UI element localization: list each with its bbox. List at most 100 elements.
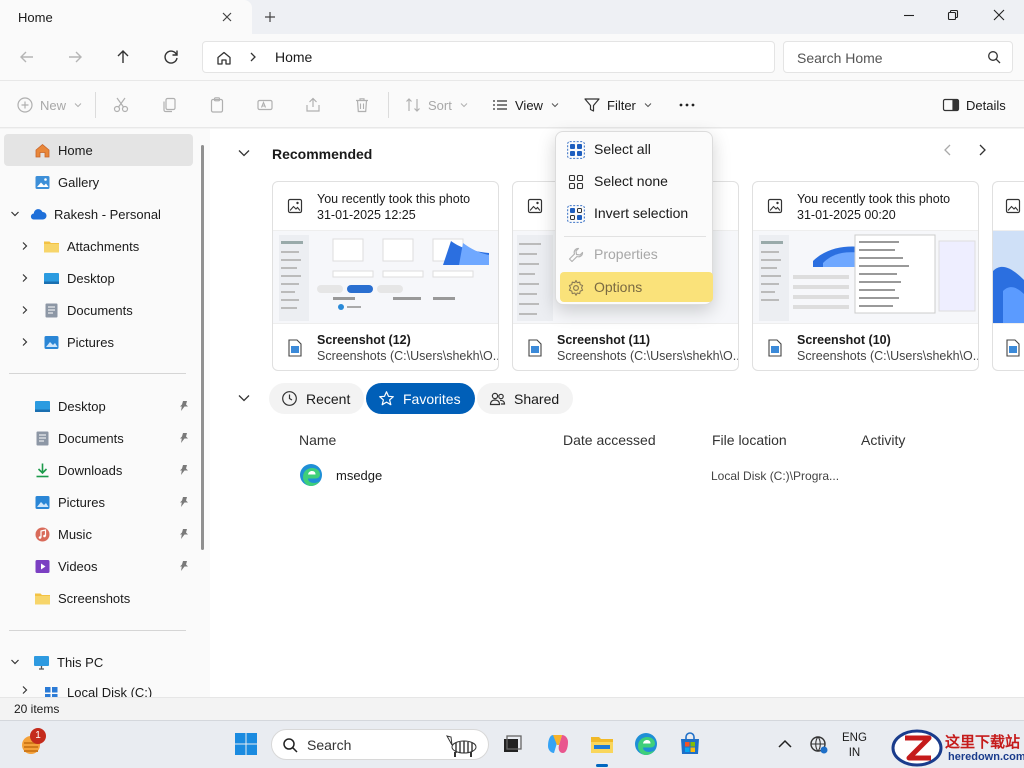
- sidebar-item-onedrive[interactable]: Rakesh - Personal: [10, 199, 161, 229]
- sidebar-item-home[interactable]: Home: [34, 135, 93, 165]
- details-button[interactable]: Details: [942, 96, 1006, 114]
- sidebar-item-videos[interactable]: Videos: [34, 551, 98, 581]
- home-icon[interactable]: [215, 49, 233, 67]
- search-box[interactable]: Search Home: [783, 41, 1013, 73]
- chevron-right-icon[interactable]: [975, 143, 989, 157]
- refresh-icon[interactable]: [160, 46, 182, 68]
- chevron-up-icon[interactable]: [774, 731, 796, 757]
- sidebar-item-label: Pictures: [67, 334, 114, 350]
- column-header-activity[interactable]: Activity: [861, 432, 905, 448]
- input-language[interactable]: ENG IN: [842, 731, 867, 761]
- sort-button[interactable]: Sort: [404, 96, 468, 114]
- sidebar-item-local-disk[interactable]: Local Disk (C:): [20, 679, 152, 697]
- recommended-card[interactable]: You recently took this photo 31-01-2025 …: [272, 181, 499, 371]
- tab-recent[interactable]: Recent: [269, 383, 365, 414]
- chevron-down-icon[interactable]: [237, 146, 251, 160]
- sidebar-item-attachments[interactable]: Attachments: [20, 231, 139, 261]
- chevron-down-icon[interactable]: [10, 657, 20, 667]
- sidebar-item-pictures[interactable]: Pictures: [34, 487, 105, 517]
- select-all-icon: [567, 141, 585, 159]
- close-window-icon[interactable]: [991, 7, 1007, 23]
- sidebar-item-label: This PC: [57, 654, 104, 670]
- menu-item-select-all[interactable]: Select all: [556, 134, 714, 164]
- tab-favorites[interactable]: Favorites: [366, 383, 475, 414]
- menu-item-options[interactable]: Options: [560, 272, 713, 302]
- sidebar-item-onedrive-desktop[interactable]: Desktop: [20, 263, 115, 293]
- search-input[interactable]: Search Home: [797, 50, 883, 66]
- new-tab-icon[interactable]: [262, 9, 278, 25]
- video-icon: [35, 559, 50, 573]
- column-header-name[interactable]: Name: [299, 432, 336, 448]
- restore-icon[interactable]: [945, 7, 961, 23]
- task-view-icon[interactable]: [499, 731, 525, 757]
- pin-icon[interactable]: [178, 528, 190, 540]
- network-icon[interactable]: [806, 731, 830, 757]
- recommended-card[interactable]: You recently took this photo 31-01-2025 …: [752, 181, 979, 371]
- chevron-right-icon[interactable]: [20, 305, 30, 315]
- tab-home[interactable]: Home: [0, 0, 252, 34]
- menu-item-select-none[interactable]: Select none: [556, 166, 714, 196]
- windows-start-icon[interactable]: [233, 731, 259, 757]
- recommended-card[interactable]: [992, 181, 1024, 371]
- photo-icon: [527, 198, 543, 214]
- breadcrumb[interactable]: Home: [275, 49, 312, 65]
- sidebar-item-gallery[interactable]: Gallery: [34, 167, 99, 197]
- delete-button[interactable]: [353, 96, 371, 114]
- store-icon[interactable]: [677, 731, 703, 757]
- new-icon: [17, 97, 33, 113]
- view-button[interactable]: View: [491, 96, 559, 114]
- sidebar-scrollbar[interactable]: [201, 145, 204, 550]
- chevron-down-icon[interactable]: [237, 391, 251, 405]
- search-icon[interactable]: [987, 50, 1001, 64]
- menu-item-properties[interactable]: Properties: [556, 239, 714, 269]
- paste-button[interactable]: [208, 96, 226, 114]
- pin-icon[interactable]: [178, 496, 190, 508]
- menu-item-invert-selection[interactable]: Invert selection: [556, 198, 714, 228]
- chevron-right-icon[interactable]: [20, 337, 30, 347]
- chevron-down-icon: [551, 103, 559, 108]
- sidebar-item-onedrive-pictures[interactable]: Pictures: [20, 327, 114, 357]
- back-icon[interactable]: [16, 46, 38, 68]
- watermark-text-cn: 这里下载站: [945, 733, 1021, 751]
- rename-button[interactable]: [256, 96, 274, 114]
- column-header-file-location[interactable]: File location: [712, 432, 787, 448]
- chevron-right-icon[interactable]: [247, 51, 259, 63]
- chevron-right-icon[interactable]: [20, 273, 30, 283]
- copy-button[interactable]: [160, 96, 178, 114]
- tab-label: Favorites: [403, 390, 461, 407]
- invert-selection-icon: [567, 205, 585, 223]
- tab-shared[interactable]: Shared: [477, 383, 574, 414]
- file-explorer-icon[interactable]: [589, 731, 615, 757]
- cut-button[interactable]: [112, 96, 130, 114]
- column-header-date-accessed[interactable]: Date accessed: [563, 432, 656, 448]
- edge-icon[interactable]: [633, 731, 659, 757]
- chevron-right-icon[interactable]: [20, 685, 30, 695]
- chevron-down-icon[interactable]: [10, 209, 20, 219]
- pin-icon[interactable]: [178, 464, 190, 476]
- close-tab-icon[interactable]: [219, 9, 235, 25]
- sidebar-item-documents[interactable]: Documents: [34, 423, 124, 453]
- more-options-button[interactable]: [678, 96, 696, 114]
- sidebar-item-onedrive-documents[interactable]: Documents: [20, 295, 133, 325]
- sidebar-item-screenshots[interactable]: Screenshots: [34, 583, 130, 613]
- up-icon[interactable]: [112, 46, 134, 68]
- sidebar-item-desktop[interactable]: Desktop: [34, 391, 106, 421]
- chevron-left-icon[interactable]: [941, 143, 955, 157]
- address-bar[interactable]: Home: [202, 41, 775, 73]
- chevron-right-icon[interactable]: [20, 241, 30, 251]
- new-button[interactable]: New: [16, 96, 82, 114]
- forward-icon[interactable]: [64, 46, 86, 68]
- copilot-icon[interactable]: [545, 731, 571, 757]
- sidebar-item-downloads[interactable]: Downloads: [34, 455, 122, 485]
- minimize-icon[interactable]: [901, 7, 917, 23]
- filter-button[interactable]: Filter: [583, 96, 652, 114]
- sidebar-item-label: Local Disk (C:): [67, 685, 153, 697]
- taskbar-search[interactable]: Search: [271, 729, 489, 760]
- share-button[interactable]: [304, 96, 322, 114]
- sidebar-item-music[interactable]: Music: [34, 519, 92, 549]
- tab-label: Shared: [514, 390, 560, 407]
- pin-icon[interactable]: [178, 432, 190, 444]
- pin-icon[interactable]: [178, 400, 190, 412]
- pin-icon[interactable]: [178, 560, 190, 572]
- sidebar-item-this-pc[interactable]: This PC: [10, 647, 103, 677]
